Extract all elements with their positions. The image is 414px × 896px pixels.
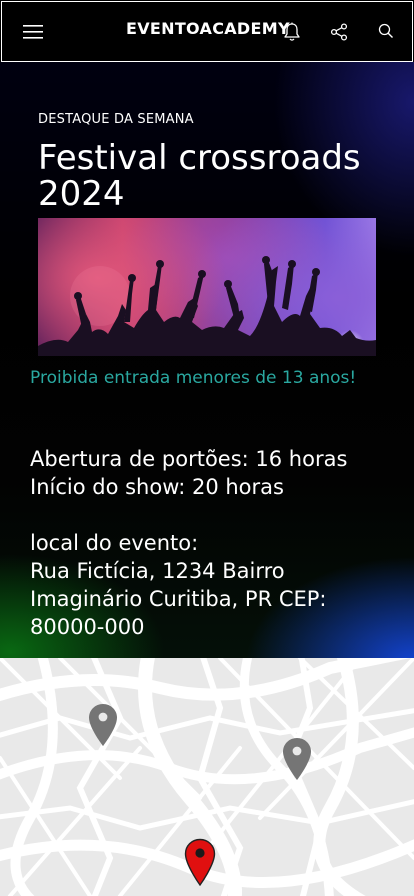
bell-icon [284, 22, 300, 41]
location-pin-icon [89, 704, 117, 746]
app-screen: EVENTOACADEMY DESTAQUE DA SEMANA Festiva… [0, 0, 414, 896]
search-icon [378, 23, 393, 38]
gates-opening-time: Abertura de portões: 16 horas [30, 447, 348, 471]
age-restriction-notice: Proibida entrada menores de 13 anos! [30, 368, 357, 388]
section-kicker: DESTAQUE DA SEMANA [38, 112, 194, 127]
share-icon [330, 23, 348, 41]
event-address: Rua Fictícia, 1234 Bairro Imaginário Cur… [30, 559, 327, 639]
menu-button[interactable] [18, 17, 48, 47]
search-button[interactable] [371, 16, 401, 46]
menu-icon [23, 25, 43, 39]
notifications-button[interactable] [277, 17, 307, 47]
top-app-bar: EVENTOACADEMY [1, 1, 413, 62]
event-map[interactable] [0, 658, 414, 896]
location-pin-icon [283, 738, 311, 780]
crowd-silhouette-image [38, 256, 376, 356]
featured-event-section: DESTAQUE DA SEMANA Festival crossroads 2… [0, 62, 414, 658]
event-title: Festival crossroads 2024 [38, 138, 361, 214]
location-pin-icon [184, 838, 216, 886]
event-photo [38, 218, 376, 356]
share-button[interactable] [324, 17, 354, 47]
location-label: local do evento: [30, 531, 199, 555]
brand-title[interactable]: EVENTOACADEMY [126, 19, 290, 38]
show-start-time: Início do show: 20 horas [30, 475, 284, 499]
